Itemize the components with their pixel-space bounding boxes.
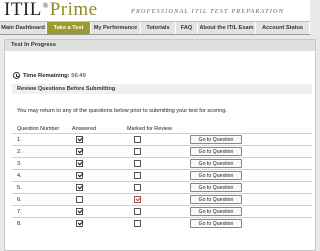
time-remaining: Time Remaining: 56:49 xyxy=(13,72,86,79)
test-panel: Test In Progress Time Remaining: 56:49 R… xyxy=(4,39,316,251)
answered-checkbox xyxy=(76,208,83,215)
question-number: 7. xyxy=(17,209,22,215)
question-row: 8. Go to Question xyxy=(12,217,312,230)
itil-prime-logo[interactable]: ITIL®Prime xyxy=(4,0,98,21)
question-number: 1. xyxy=(17,137,22,143)
question-number: 2. xyxy=(17,149,22,155)
marked-for-review-checkbox[interactable] xyxy=(134,208,141,215)
go-to-question-button[interactable]: Go to Question xyxy=(190,183,242,192)
answered-checkbox xyxy=(76,184,83,191)
clock-icon xyxy=(13,72,20,79)
answered-checkbox xyxy=(76,136,83,143)
marked-for-review-checkbox[interactable] xyxy=(134,220,141,227)
marked-for-review-checkbox[interactable] xyxy=(134,184,141,191)
answered-checkbox xyxy=(76,148,83,155)
answered-checkbox xyxy=(76,220,83,227)
tab-main-dashboard[interactable]: Main Dashboard xyxy=(0,22,47,34)
main-nav: Main Dashboard Take a Test My Performanc… xyxy=(0,21,310,35)
column-header-answered: Answered xyxy=(72,126,96,132)
go-to-question-button[interactable]: Go to Question xyxy=(190,135,242,144)
answered-checkbox xyxy=(76,172,83,179)
go-to-question-button[interactable]: Go to Question xyxy=(190,159,242,168)
panel-title: Test In Progress xyxy=(5,40,315,51)
tab-faq[interactable]: FAQ xyxy=(176,22,198,34)
tab-my-performance[interactable]: My Performance xyxy=(91,22,141,34)
marked-for-review-checkbox[interactable] xyxy=(134,172,141,179)
marked-for-review-checkbox[interactable] xyxy=(134,196,141,203)
tab-about-itil-exam[interactable]: About the ITIL Exam xyxy=(198,22,256,34)
column-header-marked: Marked for Review xyxy=(127,126,172,132)
tab-take-a-test[interactable]: Take a Test xyxy=(47,22,91,34)
marked-for-review-checkbox[interactable] xyxy=(134,148,141,155)
question-number: 5. xyxy=(17,185,22,191)
question-number: 4. xyxy=(17,173,22,179)
column-header-number: Question Number xyxy=(17,126,60,132)
tab-account-status[interactable]: Account Status xyxy=(256,22,310,34)
instructions-text: You may return to any of the questions b… xyxy=(17,108,227,114)
tagline: PROFESSIONAL ITIL TEST PREPARATION xyxy=(131,8,285,15)
marked-for-review-checkbox[interactable] xyxy=(134,160,141,167)
go-to-question-button[interactable]: Go to Question xyxy=(190,171,242,180)
go-to-question-button[interactable]: Go to Question xyxy=(190,219,242,228)
marked-for-review-checkbox[interactable] xyxy=(134,136,141,143)
site-header: ITIL®Prime PROFESSIONAL ITIL TEST PREPAR… xyxy=(0,0,310,22)
go-to-question-button[interactable]: Go to Question xyxy=(190,195,242,204)
review-heading: Review Questions Before Submitting xyxy=(12,84,312,94)
question-number: 6. xyxy=(17,197,22,203)
answered-checkbox xyxy=(76,196,83,203)
tab-tutorials[interactable]: Tutorials xyxy=(141,22,176,34)
go-to-question-button[interactable]: Go to Question xyxy=(190,147,242,156)
go-to-question-button[interactable]: Go to Question xyxy=(190,207,242,216)
time-value: 56:49 xyxy=(71,73,86,80)
answered-checkbox xyxy=(76,160,83,167)
question-number: 3. xyxy=(17,161,22,167)
question-number: 8. xyxy=(17,221,22,227)
